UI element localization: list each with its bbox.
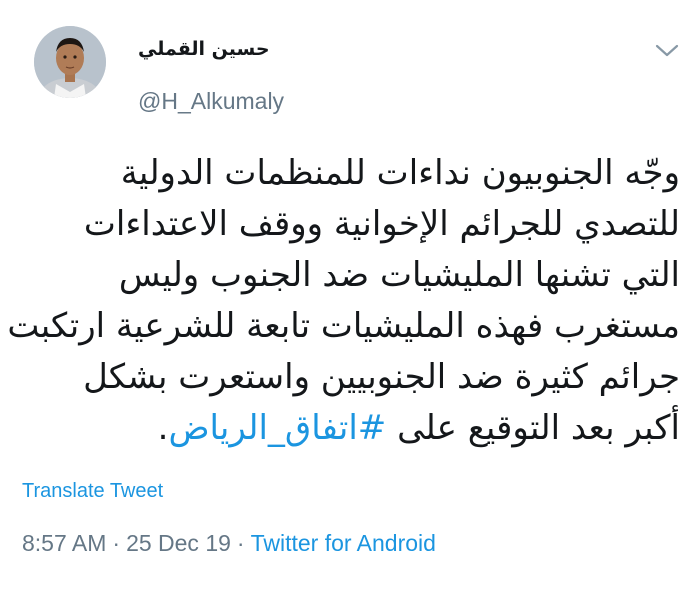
tweet-text: وجّه الجنوبيون نداءات للمنظمات الدولية ل… [7,148,680,454]
meta-separator: · [236,530,245,556]
tweet-date: 25 Dec 19 [126,530,231,556]
tweet-time: 8:57 AM [22,530,107,556]
tweet-metadata: 8:57 AM · 25 Dec 19 · Twitter for Android [22,530,436,557]
tweet-card: حسين القملي @H_Alkumaly وجّه الجنوبيون ن… [0,0,700,591]
tweet-punct: . [157,408,169,448]
tweet-source-link[interactable]: Twitter for Android [251,530,436,556]
meta-separator: · [112,530,121,556]
tweet-line: جرائم كثيرة ضد الجنوبيين واستعرت بشكل [83,357,680,397]
display-name-text[interactable]: حسين القملي [138,38,270,60]
author-handle[interactable]: @H_Alkumaly [138,88,284,115]
tweet-line: مستغرب فهذه المليشيات تابعة للشرعية ارتك… [7,306,680,346]
author-display-name[interactable]: حسين القملي [138,38,438,60]
avatar[interactable] [34,26,106,98]
avatar-photo [34,26,106,98]
tweet-line-text: أكبر بعد التوقيع على [386,408,680,448]
tweet-last-line: أكبر بعد التوقيع على #اتفاق_الرياض. [20,403,680,454]
tweet-line: للتصدي للجرائم الإخوانية ووقف الاعتداءات [83,204,680,244]
tweet-menu-button[interactable] [654,42,680,60]
hashtag-link[interactable]: #اتفاق_الرياض [168,408,386,448]
translate-tweet-link[interactable]: Translate Tweet [22,480,163,503]
tweet-line: وجّه الجنوبيون نداءات للمنظمات الدولية [120,153,680,193]
chevron-down-icon [655,44,679,57]
tweet-line: التي تشنها المليشيات ضد الجنوب وليس [118,255,680,295]
